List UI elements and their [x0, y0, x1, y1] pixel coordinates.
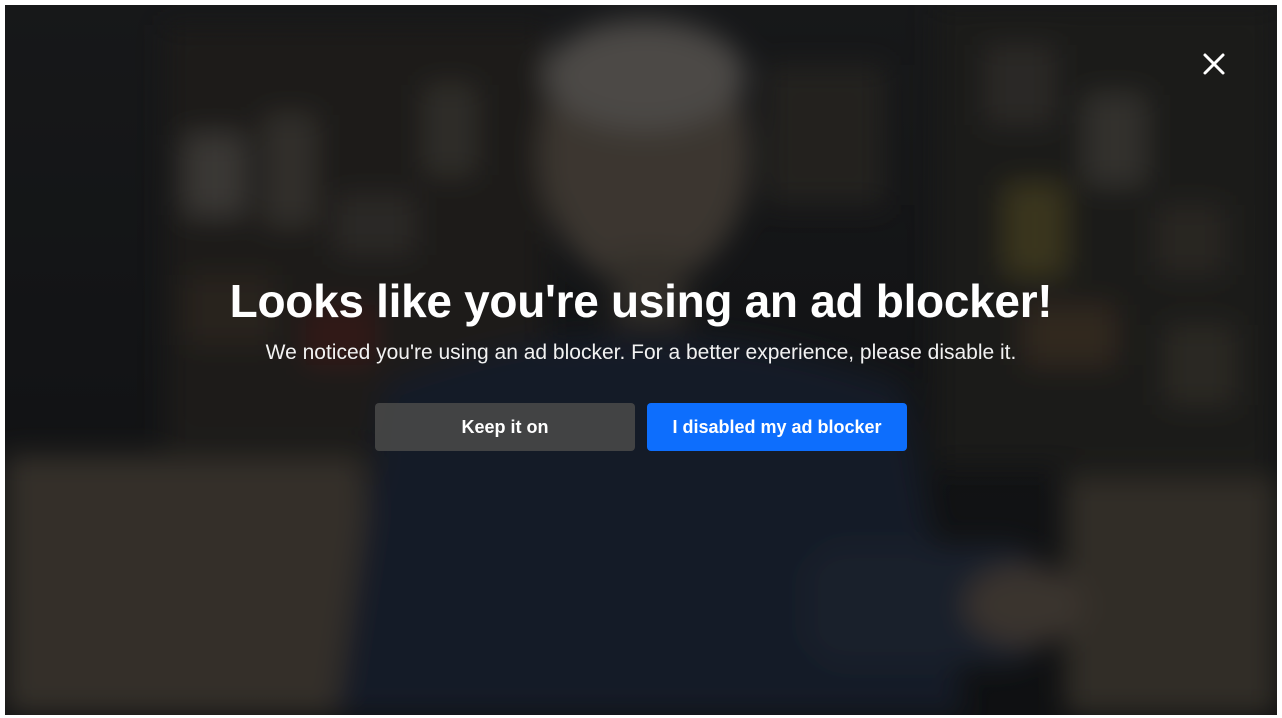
close-button[interactable]	[1199, 49, 1229, 79]
adblock-dialog: Looks like you're using an ad blocker! W…	[5, 273, 1277, 451]
close-icon	[1203, 53, 1225, 75]
dialog-message: We noticed you're using an ad blocker. F…	[265, 341, 1017, 364]
dialog-title: Looks like you're using an ad blocker!	[229, 275, 1053, 327]
disabled-ad-blocker-button[interactable]: I disabled my ad blocker	[647, 403, 907, 451]
keep-it-on-button[interactable]: Keep it on	[375, 403, 635, 451]
video-frame: Looks like you're using an ad blocker! W…	[5, 5, 1277, 715]
dialog-actions: Keep it on I disabled my ad blocker	[5, 403, 1277, 451]
